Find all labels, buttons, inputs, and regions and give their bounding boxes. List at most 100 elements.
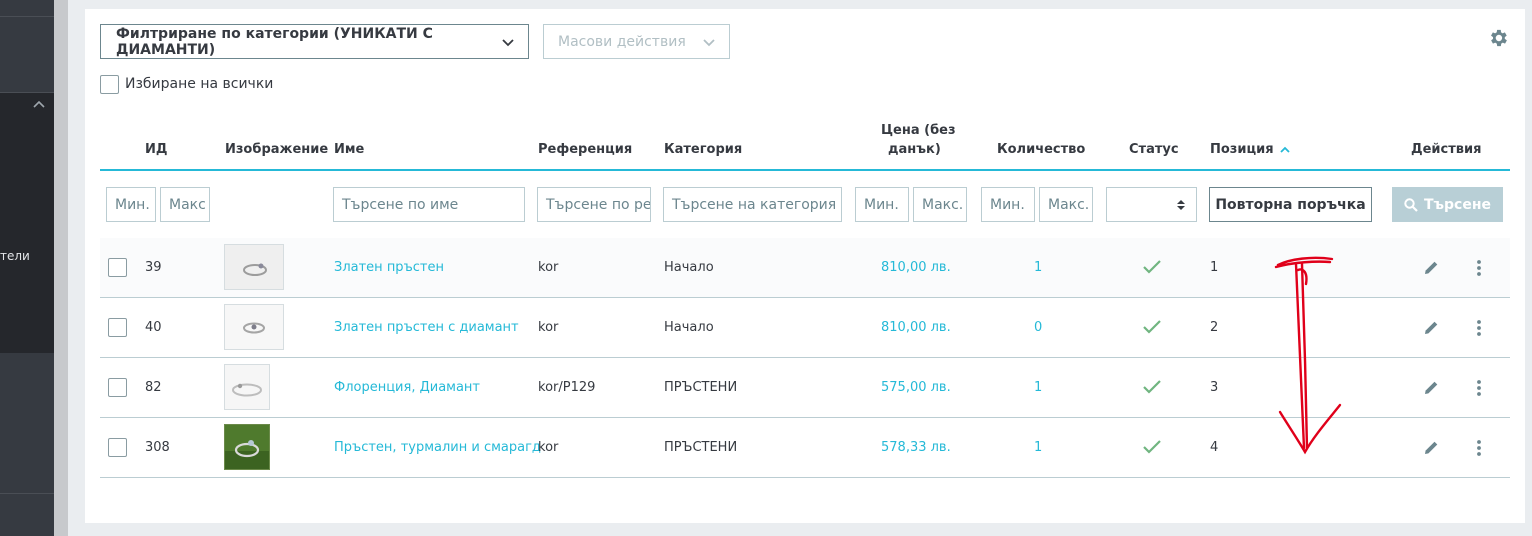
row-position: 2 — [1210, 320, 1219, 335]
checkmark-icon[interactable] — [1142, 379, 1162, 395]
id-max-input[interactable]: Макс — [160, 187, 210, 222]
header-category[interactable]: Категория — [664, 142, 742, 157]
chevron-up-icon[interactable] — [32, 99, 46, 109]
product-name-link[interactable]: Златен пръстен — [334, 260, 444, 275]
table-row: 308 Пръстен, турмалин и смарагд kor ПРЪС… — [100, 418, 1510, 478]
product-thumbnail[interactable] — [224, 364, 270, 410]
reference-search-input[interactable]: Търсене по ре — [537, 187, 651, 222]
row-reference: kor — [538, 260, 559, 275]
sidebar-item-label[interactable]: тели — [0, 249, 30, 263]
row-position: 3 — [1210, 380, 1219, 395]
row-checkbox[interactable] — [108, 318, 127, 337]
gear-icon[interactable] — [1487, 27, 1509, 49]
bulk-actions-dropdown[interactable]: Масови действия — [543, 24, 730, 59]
row-id: 39 — [145, 260, 162, 275]
kebab-menu-icon[interactable] — [1476, 319, 1482, 337]
kebab-menu-icon[interactable] — [1476, 439, 1482, 457]
row-category: ПРЪСТЕНИ — [664, 380, 738, 395]
category-filter-dropdown[interactable]: Филтриране по категории (УНИКАТИ С ДИАМА… — [100, 24, 529, 59]
id-min-input[interactable]: Мин. — [106, 187, 156, 222]
sidebar-divider — [0, 493, 54, 494]
row-category: Начало — [664, 320, 714, 335]
product-name-link[interactable]: Пръстен, турмалин и смарагд — [334, 440, 541, 455]
header-reference[interactable]: Референция — [538, 142, 632, 157]
quantity-max-input[interactable]: Макс. — [1039, 187, 1093, 222]
header-actions: Действия — [1411, 142, 1482, 157]
ring-image — [225, 305, 283, 349]
select-arrows-icon — [1177, 200, 1185, 210]
row-checkbox[interactable] — [108, 258, 127, 277]
row-quantity[interactable]: 1 — [1034, 260, 1042, 275]
header-name[interactable]: Име — [334, 142, 364, 157]
header-status[interactable]: Статус — [1129, 142, 1179, 157]
table-row: 40 Златен пръстен с диамант kor Начало 8… — [100, 298, 1510, 358]
header-price-line2[interactable]: данък) — [888, 142, 941, 157]
row-quantity[interactable]: 1 — [1034, 440, 1042, 455]
chevron-down-icon — [502, 39, 514, 47]
product-thumbnail[interactable] — [224, 304, 284, 350]
quantity-min-input[interactable]: Мин. — [981, 187, 1035, 222]
row-id: 40 — [145, 320, 162, 335]
row-quantity[interactable]: 0 — [1034, 320, 1042, 335]
category-filter-label: Филтриране по категории (УНИКАТИ С ДИАМА… — [116, 25, 433, 58]
pencil-icon[interactable] — [1423, 379, 1440, 396]
select-all-checkbox[interactable] — [100, 75, 119, 94]
price-max-input[interactable]: Макс. — [913, 187, 967, 222]
row-reference: kor/P129 — [538, 380, 596, 395]
checkmark-icon[interactable] — [1142, 319, 1162, 335]
product-name-link[interactable]: Златен пръстен с диамант — [334, 320, 519, 335]
status-select[interactable] — [1106, 187, 1197, 222]
product-thumbnail[interactable] — [224, 244, 284, 290]
header-id[interactable]: ИД — [145, 142, 167, 157]
search-button-label: Търсене — [1423, 196, 1492, 213]
product-thumbnail[interactable] — [224, 424, 270, 470]
pencil-icon[interactable] — [1423, 319, 1440, 336]
kebab-menu-icon[interactable] — [1476, 259, 1482, 277]
row-reference: kor — [538, 440, 559, 455]
header-divider — [100, 169, 1510, 171]
product-list-card: Филтриране по категории (УНИКАТИ С ДИАМА… — [85, 9, 1525, 523]
search-icon — [1404, 197, 1418, 212]
checkmark-icon[interactable] — [1142, 439, 1162, 455]
ring-image — [225, 245, 283, 289]
layout-gutter — [54, 0, 68, 536]
row-price[interactable]: 810,00 лв. — [881, 320, 951, 335]
row-category: Начало — [664, 260, 714, 275]
header-position[interactable]: Позиция — [1210, 142, 1274, 157]
chevron-down-icon — [703, 39, 715, 47]
row-id: 82 — [145, 380, 162, 395]
row-price[interactable]: 810,00 лв. — [881, 260, 951, 275]
search-button[interactable]: Търсене — [1392, 187, 1503, 222]
checkmark-icon[interactable] — [1142, 259, 1162, 275]
pencil-icon[interactable] — [1423, 439, 1440, 456]
price-min-input[interactable]: Мин. — [855, 187, 909, 222]
ring-image — [225, 365, 269, 409]
kebab-menu-icon[interactable] — [1476, 379, 1482, 397]
ring-image — [225, 425, 269, 469]
sidebar-divider — [0, 16, 54, 17]
header-quantity[interactable]: Количество — [997, 142, 1085, 157]
sidebar-submenu[interactable] — [0, 93, 54, 353]
bulk-actions-label: Масови действия — [558, 33, 686, 50]
name-search-input[interactable]: Търсене по име — [333, 187, 525, 222]
sidebar: тели — [0, 0, 54, 536]
row-category: ПРЪСТЕНИ — [664, 440, 738, 455]
reorder-button[interactable]: Повторна поръчка — [1209, 187, 1372, 222]
table-row: 82 Флоренция, Диамант kor/P129 ПРЪСТЕНИ … — [100, 358, 1510, 418]
category-search-input[interactable]: Търсене на категория — [663, 187, 842, 222]
pencil-icon[interactable] — [1423, 259, 1440, 276]
row-price[interactable]: 575,00 лв. — [881, 380, 951, 395]
header-image: Изображение — [225, 142, 329, 157]
row-price[interactable]: 578,33 лв. — [881, 440, 951, 455]
select-all-label: Избиране на всички — [125, 76, 274, 92]
row-position: 1 — [1210, 260, 1219, 275]
row-id: 308 — [145, 440, 170, 455]
sort-ascending-icon[interactable] — [1280, 146, 1290, 153]
row-quantity[interactable]: 1 — [1034, 380, 1042, 395]
header-price-line1[interactable]: Цена (без — [881, 123, 956, 138]
row-checkbox[interactable] — [108, 378, 127, 397]
table-row: 39 Златен пръстен kor Начало 810,00 лв. … — [100, 238, 1510, 298]
product-name-link[interactable]: Флоренция, Диамант — [334, 380, 480, 395]
row-reference: kor — [538, 320, 559, 335]
row-checkbox[interactable] — [108, 438, 127, 457]
